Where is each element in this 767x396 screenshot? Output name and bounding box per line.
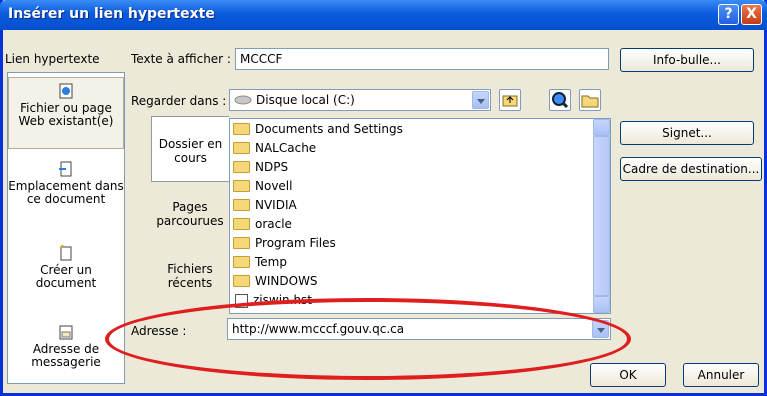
bookmark-button[interactable]: Signet... — [620, 121, 754, 145]
folder-icon — [233, 179, 250, 192]
nav-create-document[interactable]: Créer un document — [8, 245, 124, 297]
file-name: Temp — [255, 255, 287, 269]
list-item[interactable]: NDPS — [233, 158, 288, 177]
list-item[interactable]: NVIDIA — [233, 196, 297, 215]
list-item[interactable]: oracle — [233, 215, 292, 234]
nav-email-address-label: Adresse de messagerie — [31, 342, 101, 369]
list-item[interactable]: Temp — [233, 253, 287, 272]
hard-disk-icon — [234, 95, 252, 105]
file-name: NVIDIA — [255, 198, 297, 212]
browse-web-button[interactable] — [549, 89, 571, 111]
file-name: NDPS — [255, 160, 289, 174]
list-item[interactable]: WINDOWS — [233, 272, 318, 291]
nav-place-in-document[interactable]: Emplacement dans ce document — [8, 161, 124, 227]
look-in-dropdown[interactable]: Disque local (C:) — [229, 89, 491, 111]
folder-icon — [233, 255, 250, 268]
screentip-button[interactable]: Info-bulle... — [620, 48, 754, 72]
list-item[interactable]: Program Files — [233, 234, 336, 253]
web-page-icon — [59, 83, 73, 99]
browse-web-icon — [552, 92, 569, 109]
folder-icon — [233, 141, 250, 154]
text-to-display-input[interactable]: MCCCF — [235, 48, 609, 70]
file-list-scrollbar[interactable] — [593, 119, 610, 313]
target-frame-button[interactable]: Cadre de destination... — [620, 157, 762, 181]
dialog-title: Insérer un lien hypertexte — [8, 6, 215, 22]
tab-recent-files[interactable]: Fichiers récents — [151, 262, 229, 298]
nav-email-address[interactable]: Adresse de messagerie — [8, 324, 124, 376]
scroll-down-icon[interactable] — [593, 296, 610, 313]
new-document-icon — [60, 245, 72, 261]
email-icon — [59, 325, 73, 340]
up-folder-icon — [502, 95, 518, 107]
text-to-display-label: Texte à afficher : — [131, 52, 231, 66]
folder-icon — [233, 122, 250, 135]
list-item[interactable]: NALCache — [233, 139, 316, 158]
nav-create-document-label: Créer un document — [35, 263, 97, 290]
hyperlink-dialog: Insérer un lien hypertexte ? X Lien hype… — [0, 0, 767, 396]
file-name: Documents and Settings — [255, 122, 403, 136]
nav-existing-file[interactable]: Fichier ou page Web existant(e) — [8, 77, 124, 149]
file-name: NALCache — [255, 141, 317, 155]
up-folder-button[interactable] — [499, 89, 521, 111]
scroll-up-icon[interactable] — [593, 119, 610, 136]
ok-button[interactable]: OK — [590, 363, 666, 387]
file-name: WINDOWS — [255, 274, 318, 288]
help-button[interactable]: ? — [718, 4, 739, 25]
chevron-down-icon[interactable] — [472, 91, 489, 109]
folder-icon — [233, 198, 250, 211]
file-name: Program Files — [255, 236, 336, 250]
list-item[interactable]: Novell — [233, 177, 292, 196]
file-list: Documents and Settings NALCache NDPS Nov… — [229, 118, 611, 314]
cancel-button[interactable]: Annuler — [683, 363, 759, 387]
document-place-icon — [59, 161, 72, 177]
nav-existing-file-label: Fichier ou page Web existant(e) — [18, 101, 114, 128]
folder-icon — [233, 217, 250, 230]
folder-icon — [233, 160, 250, 173]
file-name: Novell — [255, 179, 293, 193]
folder-icon — [233, 236, 250, 249]
nav-place-in-document-label: Emplacement dans ce document — [8, 179, 124, 206]
title-bar: Insérer un lien hypertexte ? X — [0, 0, 767, 30]
tab-current-folder[interactable]: Dossier en cours — [151, 116, 229, 182]
link-to-label: Lien hypertexte — [5, 52, 100, 66]
close-button[interactable]: X — [741, 4, 762, 25]
folder-icon — [233, 274, 250, 287]
highlight-ellipse — [105, 298, 631, 380]
scroll-thumb[interactable] — [593, 136, 610, 296]
file-name: oracle — [255, 217, 292, 231]
browse-file-button[interactable] — [579, 89, 601, 111]
tab-browsed-pages[interactable]: Pages parcourues — [151, 200, 229, 236]
look-in-value: Disque local (C:) — [256, 93, 355, 107]
list-item[interactable]: Documents and Settings — [233, 120, 403, 139]
browse-tabs: Dossier en cours Pages parcourues Fichie… — [151, 116, 229, 316]
look-in-label: Regarder dans : — [131, 94, 227, 108]
open-folder-icon — [581, 95, 599, 108]
